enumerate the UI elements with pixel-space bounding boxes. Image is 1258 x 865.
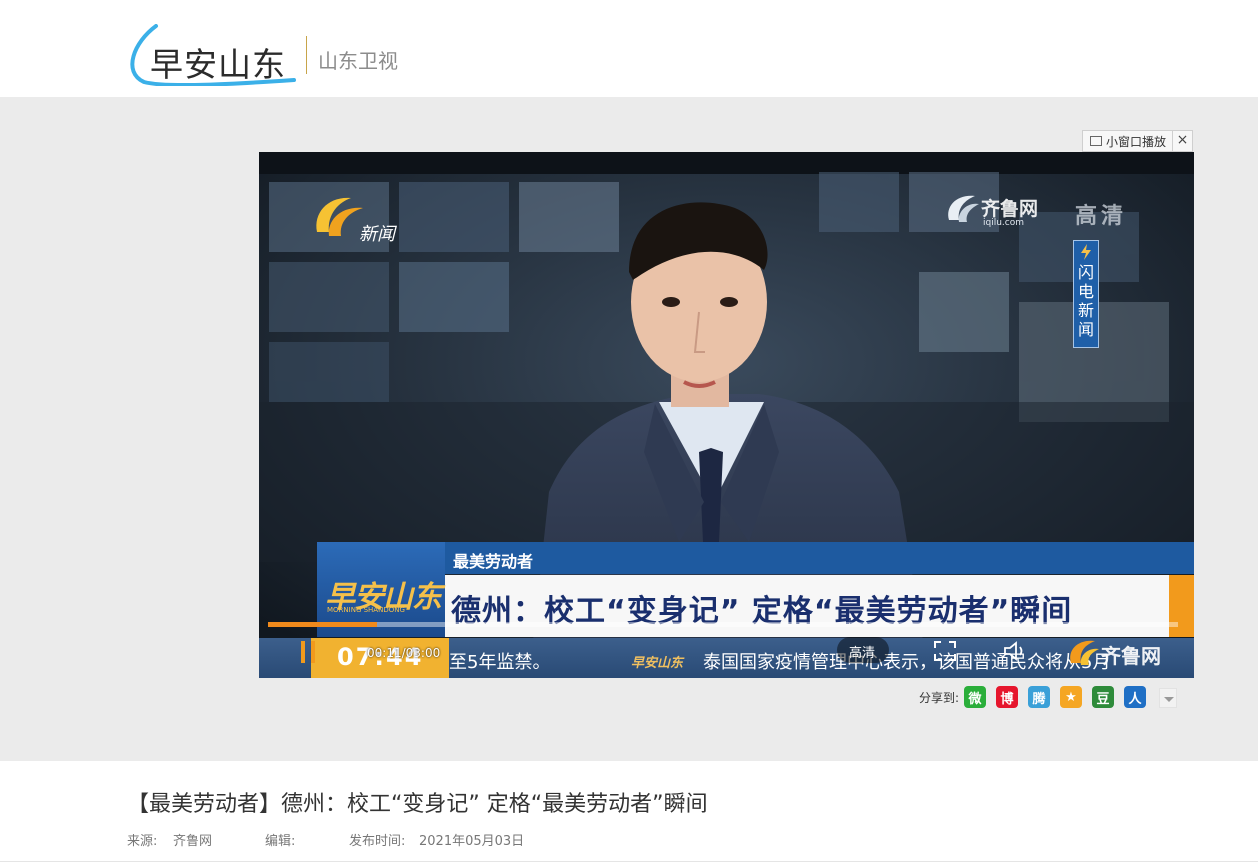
share-label: 分享到: <box>919 691 960 705</box>
headline-accent <box>1169 575 1194 637</box>
playback-time: 00:11/03:00 <box>367 646 441 660</box>
header-divider <box>306 36 307 74</box>
video-player[interactable]: 新闻 齐鲁网 iqilu.com 高清 闪 电 新 闻 最美劳动者 德州：校工“… <box>259 152 1194 678</box>
player-brand: 齐鲁网 <box>1101 644 1161 668</box>
flash-news-tag: 闪 电 新 闻 <box>1073 240 1099 348</box>
renren-icon[interactable]: 人 <box>1124 686 1146 708</box>
flash-char: 电 <box>1077 282 1094 301</box>
pause-icon <box>311 641 315 663</box>
site-logo[interactable]: 早安山东 <box>126 24 301 86</box>
pause-icon <box>301 641 305 663</box>
weibo-icon[interactable]: 博 <box>996 686 1018 708</box>
douban-icon[interactable]: 豆 <box>1092 686 1114 708</box>
qzone-icon[interactable]: ★ <box>1060 686 1082 708</box>
ticker-text: 至5年监禁。 <box>449 652 551 673</box>
lightning-icon <box>1074 241 1098 263</box>
wechat-icon[interactable]: 微 <box>964 686 986 708</box>
publish-date: 2021年05月03日 <box>419 834 525 849</box>
flash-char: 闪 <box>1077 263 1094 282</box>
share-more-button[interactable] <box>1159 688 1177 708</box>
divider <box>0 861 1258 862</box>
hd-watermark: 高清 <box>1075 204 1128 229</box>
quality-label[interactable]: 高清 <box>849 642 875 661</box>
pause-button[interactable] <box>301 641 317 663</box>
progress-bar[interactable] <box>268 622 1178 627</box>
site-header: 早安山东 山东卫视 <box>0 0 1258 97</box>
mini-window-label: 小窗口播放 <box>1106 134 1167 149</box>
volume-icon[interactable] <box>1003 640 1029 662</box>
flash-char: 闻 <box>1077 320 1094 339</box>
lower-third-bar <box>317 542 1194 574</box>
tv-icon <box>1090 136 1102 146</box>
ticker-text: 泰国国家疫情管理中心表示，该国普通民众将从5月 <box>703 652 1111 673</box>
segment-category: 最美劳动者 <box>453 552 534 571</box>
tencent-weibo-icon[interactable]: 腾 <box>1028 686 1050 708</box>
flash-char: 新 <box>1077 301 1094 320</box>
qilu-logo-icon <box>948 195 979 222</box>
publish-label: 发布时间: <box>349 834 406 849</box>
progress-fill <box>268 622 378 627</box>
close-icon[interactable]: × <box>1172 131 1192 151</box>
source-label: 来源: <box>127 834 158 849</box>
program-logo-sub: MORNING SHANDONG <box>327 606 405 614</box>
mini-window-button[interactable]: 小窗口播放 × <box>1082 130 1193 152</box>
source-value[interactable]: 齐鲁网 <box>173 830 212 849</box>
ticker-logo: 早安山东 <box>631 656 684 671</box>
channel-name[interactable]: 山东卫视 <box>318 45 398 74</box>
article-title: 【最美劳动者】德州：校工“变身记” 定格“最美劳动者”瞬间 <box>127 792 708 817</box>
qilu-logo-icon <box>1070 640 1099 665</box>
editor-label: 编辑: <box>265 834 296 849</box>
logo-text: 早安山东 <box>150 45 286 84</box>
share-targets: 微博腾 ★ 豆人 <box>964 686 1146 708</box>
fullscreen-icon[interactable] <box>934 641 956 661</box>
news-brand-text: 新闻 <box>359 224 395 245</box>
qilu-brand-text: 齐鲁网 <box>981 198 1039 220</box>
qilu-url-text: iqilu.com <box>983 218 1025 228</box>
